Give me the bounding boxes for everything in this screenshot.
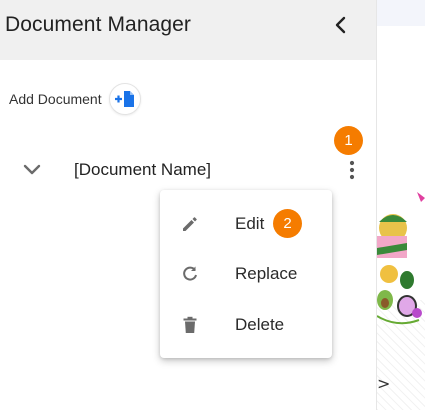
chevron-left-icon [335,16,346,34]
step-badge-1: 1 [334,126,363,155]
chevron-right-icon[interactable]: > [377,374,390,393]
main-content-peek: > [377,0,425,410]
document-options-button[interactable] [340,158,364,182]
more-vertical-icon [349,160,355,180]
pencil-icon [178,212,202,236]
menu-item-label: Delete [235,315,285,334]
chevron-down-icon [23,164,41,175]
document-context-menu: Edit 2 Replace Delete [160,190,332,358]
menu-item-label: Replace [235,264,298,283]
collapse-panel-button[interactable] [326,10,356,40]
expand-document-button[interactable] [20,158,44,182]
add-file-icon [114,91,134,107]
menu-item-edit[interactable]: Edit 2 [160,199,332,249]
trash-icon [178,313,202,337]
illustration-image [377,192,425,325]
add-document-button[interactable] [108,83,141,115]
refresh-icon [178,262,202,286]
menu-item-label: Edit [235,214,265,233]
document-name: [Document Name] [74,160,211,179]
add-document-label: Add Document [9,91,102,107]
menu-item-delete[interactable]: Delete [160,300,332,350]
panel-header: Document Manager [0,0,376,60]
document-row[interactable]: [Document Name] [0,150,376,190]
add-document-row: Add Document [9,82,141,116]
panel-title: Document Manager [5,13,192,36]
step-badge-2: 2 [273,209,302,238]
main-toolbar-strip [377,0,425,26]
menu-item-replace[interactable]: Replace [160,249,332,299]
